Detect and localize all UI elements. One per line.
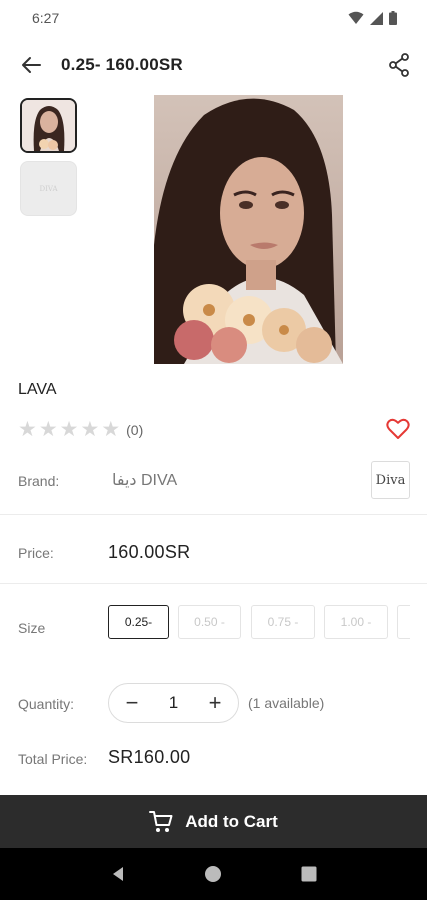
rating-count: (0) <box>126 421 144 438</box>
brand-logo[interactable]: Diva <box>371 461 410 499</box>
size-label: Size <box>18 620 46 636</box>
add-to-cart-button[interactable]: Add to Cart <box>0 795 427 848</box>
product-name: LAVA <box>18 381 57 398</box>
size-option-0.25[interactable]: 0.25- <box>108 605 169 639</box>
quantity-available: (1 available) <box>248 695 325 711</box>
signal-icon <box>370 11 383 25</box>
top-app-bar: 0.25- 160.00SR <box>0 42 427 88</box>
nav-recents-icon[interactable] <box>300 865 318 883</box>
star-icon: ★ <box>59 418 79 441</box>
quantity-label: Quantity: <box>18 696 75 712</box>
thumbnail-2[interactable]: DIVA <box>20 161 77 216</box>
status-icons <box>348 11 397 25</box>
brand-value[interactable]: ديفا DIVA <box>112 470 177 490</box>
increase-quantity-button[interactable]: + <box>204 692 226 714</box>
arrow-left-icon <box>22 57 41 73</box>
system-navigation-bar <box>0 848 427 900</box>
wifi-icon <box>348 11 364 24</box>
cart-icon <box>149 810 173 832</box>
price-label: Price: <box>18 545 54 561</box>
product-main-image <box>154 95 343 364</box>
battery-icon <box>389 11 397 25</box>
status-bar: 6:27 <box>0 0 427 36</box>
product-portrait-image <box>154 95 343 364</box>
total-price-label: Total Price: <box>18 751 88 767</box>
nav-home-icon[interactable] <box>204 865 222 883</box>
size-option-0.50[interactable]: 0.50 - <box>178 605 241 639</box>
total-price-value: SR160.00 <box>108 747 191 767</box>
back-button[interactable] <box>18 52 44 78</box>
divider <box>0 514 427 515</box>
quantity-stepper: − 1 + <box>108 683 239 723</box>
share-icon <box>389 53 409 77</box>
star-icon: ★ <box>38 418 58 441</box>
heart-icon <box>386 418 410 439</box>
page-title: 0.25- 160.00SR <box>61 55 183 74</box>
star-rating: ★ ★ ★ ★ ★ (0) <box>18 419 143 440</box>
size-option-more[interactable] <box>397 605 410 639</box>
add-to-cart-label: Add to Cart <box>185 811 278 831</box>
quantity-value: 1 <box>168 693 179 712</box>
share-button[interactable] <box>385 51 413 79</box>
size-option-0.75[interactable]: 0.75 - <box>251 605 315 639</box>
thumbnail-1[interactable] <box>20 98 77 153</box>
star-icon: ★ <box>101 418 121 441</box>
status-time: 6:27 <box>32 10 60 26</box>
nav-back-icon[interactable] <box>109 865 127 883</box>
star-icon: ★ <box>80 418 100 441</box>
price-value: 160.00SR <box>108 542 191 562</box>
thumbnail-2-text: DIVA <box>39 184 58 193</box>
thumbnail-portrait-image <box>22 100 75 151</box>
decrease-quantity-button[interactable]: − <box>121 692 143 714</box>
brand-logo-text: Diva <box>375 472 406 488</box>
size-option-1.00[interactable]: 1.00 - <box>324 605 388 639</box>
favorite-button[interactable] <box>386 418 410 440</box>
divider <box>0 583 427 584</box>
brand-label: Brand: <box>18 473 60 489</box>
size-options: 0.25- 0.50 - 0.75 - 1.00 - <box>108 605 410 639</box>
star-icon: ★ <box>18 418 37 441</box>
